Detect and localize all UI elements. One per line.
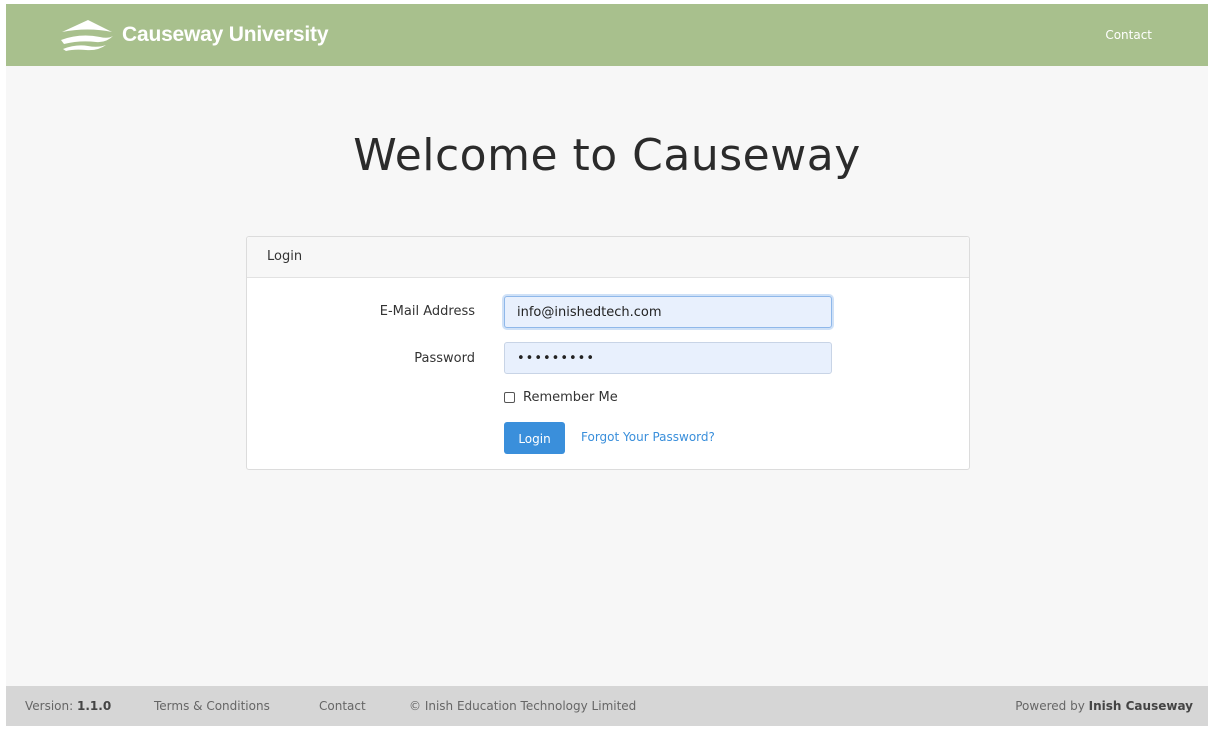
terms-link[interactable]: Terms & Conditions [154,699,270,713]
version-info: Version: 1.1.0 [25,699,111,713]
page: Causeway University Contact Welcome to C… [6,4,1208,726]
remember-me-toggle[interactable]: Remember Me [504,390,618,405]
powered-name: Inish Causeway [1088,699,1193,713]
top-navbar: Causeway University Contact [6,4,1208,66]
causeway-logo-icon [61,20,113,51]
brand-name: Causeway University [122,23,329,46]
nav-contact-link[interactable]: Contact [1105,28,1152,42]
version-number: 1.1.0 [77,699,112,713]
page-title: Welcome to Causeway [353,130,861,181]
footer: Version: 1.1.0 Terms & Conditions Contac… [6,686,1208,726]
copyright-text: © Inish Education Technology Limited [409,699,637,713]
footer-contact-link[interactable]: Contact [319,699,366,713]
email-label: E-Mail Address [379,304,475,319]
brand-link[interactable]: Causeway University [58,18,329,52]
email-input[interactable] [504,296,832,328]
forgot-password-link[interactable]: Forgot Your Password? [581,430,715,444]
version-prefix: Version: [25,699,74,713]
login-button[interactable]: Login [504,422,565,454]
remember-me-label: Remember Me [523,390,618,405]
login-card-header: Login [247,237,969,278]
powered-prefix: Powered by [1015,699,1085,713]
login-card: Login E-Mail Address Password Remember M… [246,236,970,470]
powered-by: Powered by Inish Causeway [1015,699,1193,713]
password-input[interactable] [504,342,832,374]
remember-me-checkbox[interactable] [504,392,515,403]
password-label: Password [414,351,475,366]
